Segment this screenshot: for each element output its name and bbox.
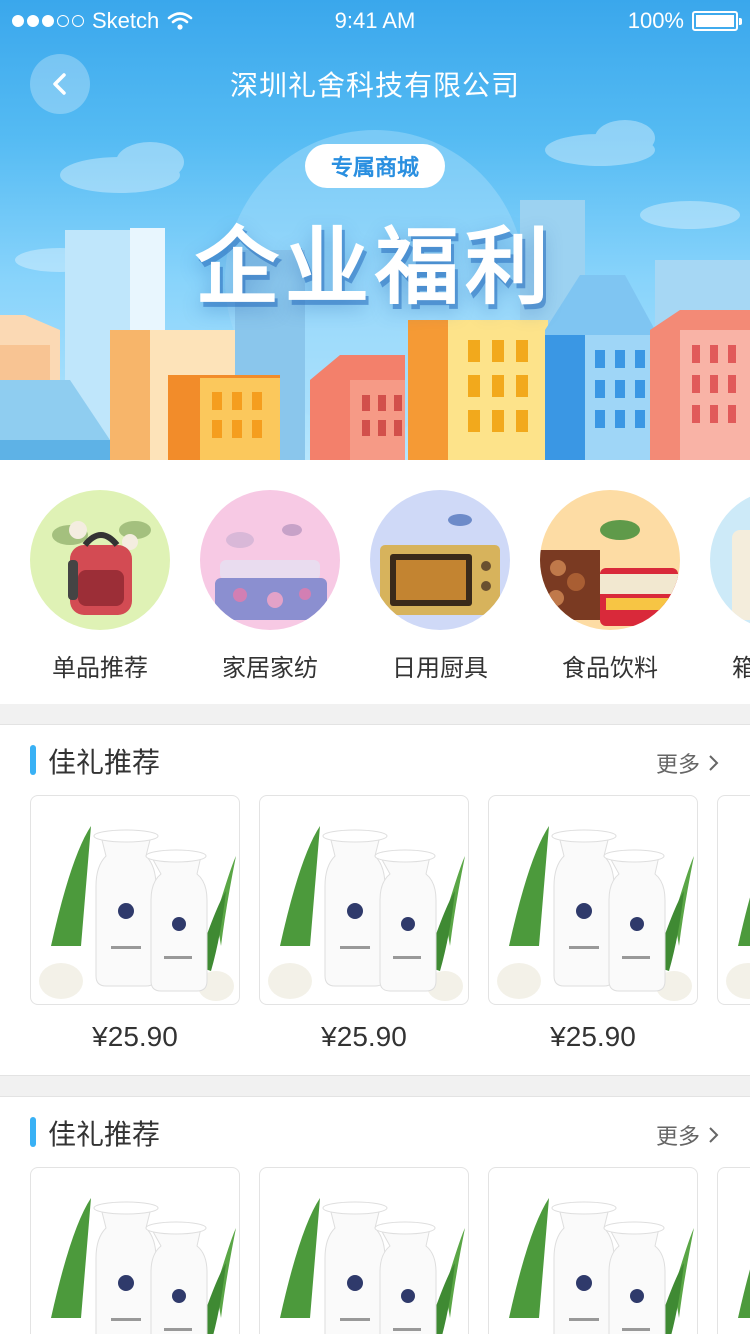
product-image [30, 795, 240, 1005]
toner-bottle-icon [497, 826, 694, 1001]
product-card[interactable]: ¥25.90 [259, 795, 469, 1053]
toner-bottle-icon [726, 897, 750, 999]
category-label: 日用厨具 [392, 654, 488, 682]
backpack-icon [30, 490, 170, 630]
product-price: ¥25.90 [550, 1021, 636, 1052]
section-header: 佳礼推荐 更多 [0, 1097, 750, 1167]
product-image [717, 1167, 750, 1334]
product-image [259, 795, 469, 1005]
status-bar: Sketch 9:41 AM 100% [0, 0, 750, 40]
product-image [717, 795, 750, 1005]
oven-icon [370, 490, 510, 630]
battery-icon [692, 11, 742, 31]
section-title: 佳礼推荐 [48, 1118, 161, 1151]
chevron-right-icon [709, 755, 719, 771]
page-title: 深圳礼舍科技有限公司 [229, 69, 520, 102]
product-card[interactable]: ¥25.90 [30, 795, 240, 1053]
section-accent-bar [30, 745, 36, 775]
product-card[interactable] [30, 1167, 240, 1334]
battery-percent: 100% [627, 8, 684, 33]
toner-bottle-icon [268, 826, 465, 1001]
category-item[interactable]: 单品推荐 [30, 490, 170, 683]
luggage-icon [710, 490, 750, 630]
product-card[interactable] [259, 1167, 469, 1334]
category-label: 箱 [732, 654, 750, 682]
section-title: 佳礼推荐 [48, 746, 161, 779]
category-row: 单品推荐 家居家纺 日用厨具 食品饮料 箱 [0, 460, 750, 704]
chevron-right-icon [709, 1127, 719, 1143]
toner-bottle-icon [280, 1198, 465, 1334]
snacks-icon [540, 490, 680, 630]
category-label: 食品饮料 [562, 654, 658, 682]
product-image [30, 1167, 240, 1334]
product-card[interactable] [717, 1167, 750, 1334]
product-image [488, 795, 698, 1005]
category-item[interactable]: 家居家纺 [200, 490, 340, 683]
section-accent-bar [30, 1117, 36, 1147]
product-image [259, 1167, 469, 1334]
more-link[interactable]: 更多 [656, 1119, 720, 1151]
category-label: 单品推荐 [52, 654, 148, 682]
product-card[interactable] [488, 1167, 698, 1334]
category-item[interactable]: 食品饮料 [540, 490, 680, 683]
product-card[interactable] [717, 795, 750, 1005]
hero-badge: 专属商城 [305, 144, 445, 188]
toner-bottle-icon [51, 1198, 236, 1334]
product-price: ¥25.90 [321, 1021, 407, 1052]
section-header: 佳礼推荐 更多 [0, 725, 750, 795]
toner-bottle-icon [738, 1269, 750, 1318]
product-card[interactable]: ¥25.90 [488, 795, 698, 1053]
category-item[interactable]: 日用厨具 [370, 490, 510, 683]
product-image [488, 1167, 698, 1334]
category-item[interactable]: 箱 [710, 490, 750, 683]
bedding-icon [200, 490, 340, 630]
hero-title: 企业福利 [194, 218, 555, 316]
more-link[interactable]: 更多 [656, 747, 720, 779]
toner-bottle-icon [509, 1198, 694, 1334]
product-price: ¥25.90 [92, 1021, 178, 1052]
category-label: 家居家纺 [222, 654, 318, 682]
more-label: 更多 [655, 753, 700, 778]
gift-section: 佳礼推荐 更多 [0, 1096, 750, 1334]
more-label: 更多 [655, 1125, 700, 1150]
hero-banner: Sketch 9:41 AM 100% 深圳礼舍科技有限公司 专属商城 企业福利 [0, 0, 750, 460]
gift-section: 佳礼推荐 更多 ¥25.90 ¥25.90 ¥25.90 [0, 724, 750, 1076]
toner-bottle-icon [39, 826, 236, 1001]
